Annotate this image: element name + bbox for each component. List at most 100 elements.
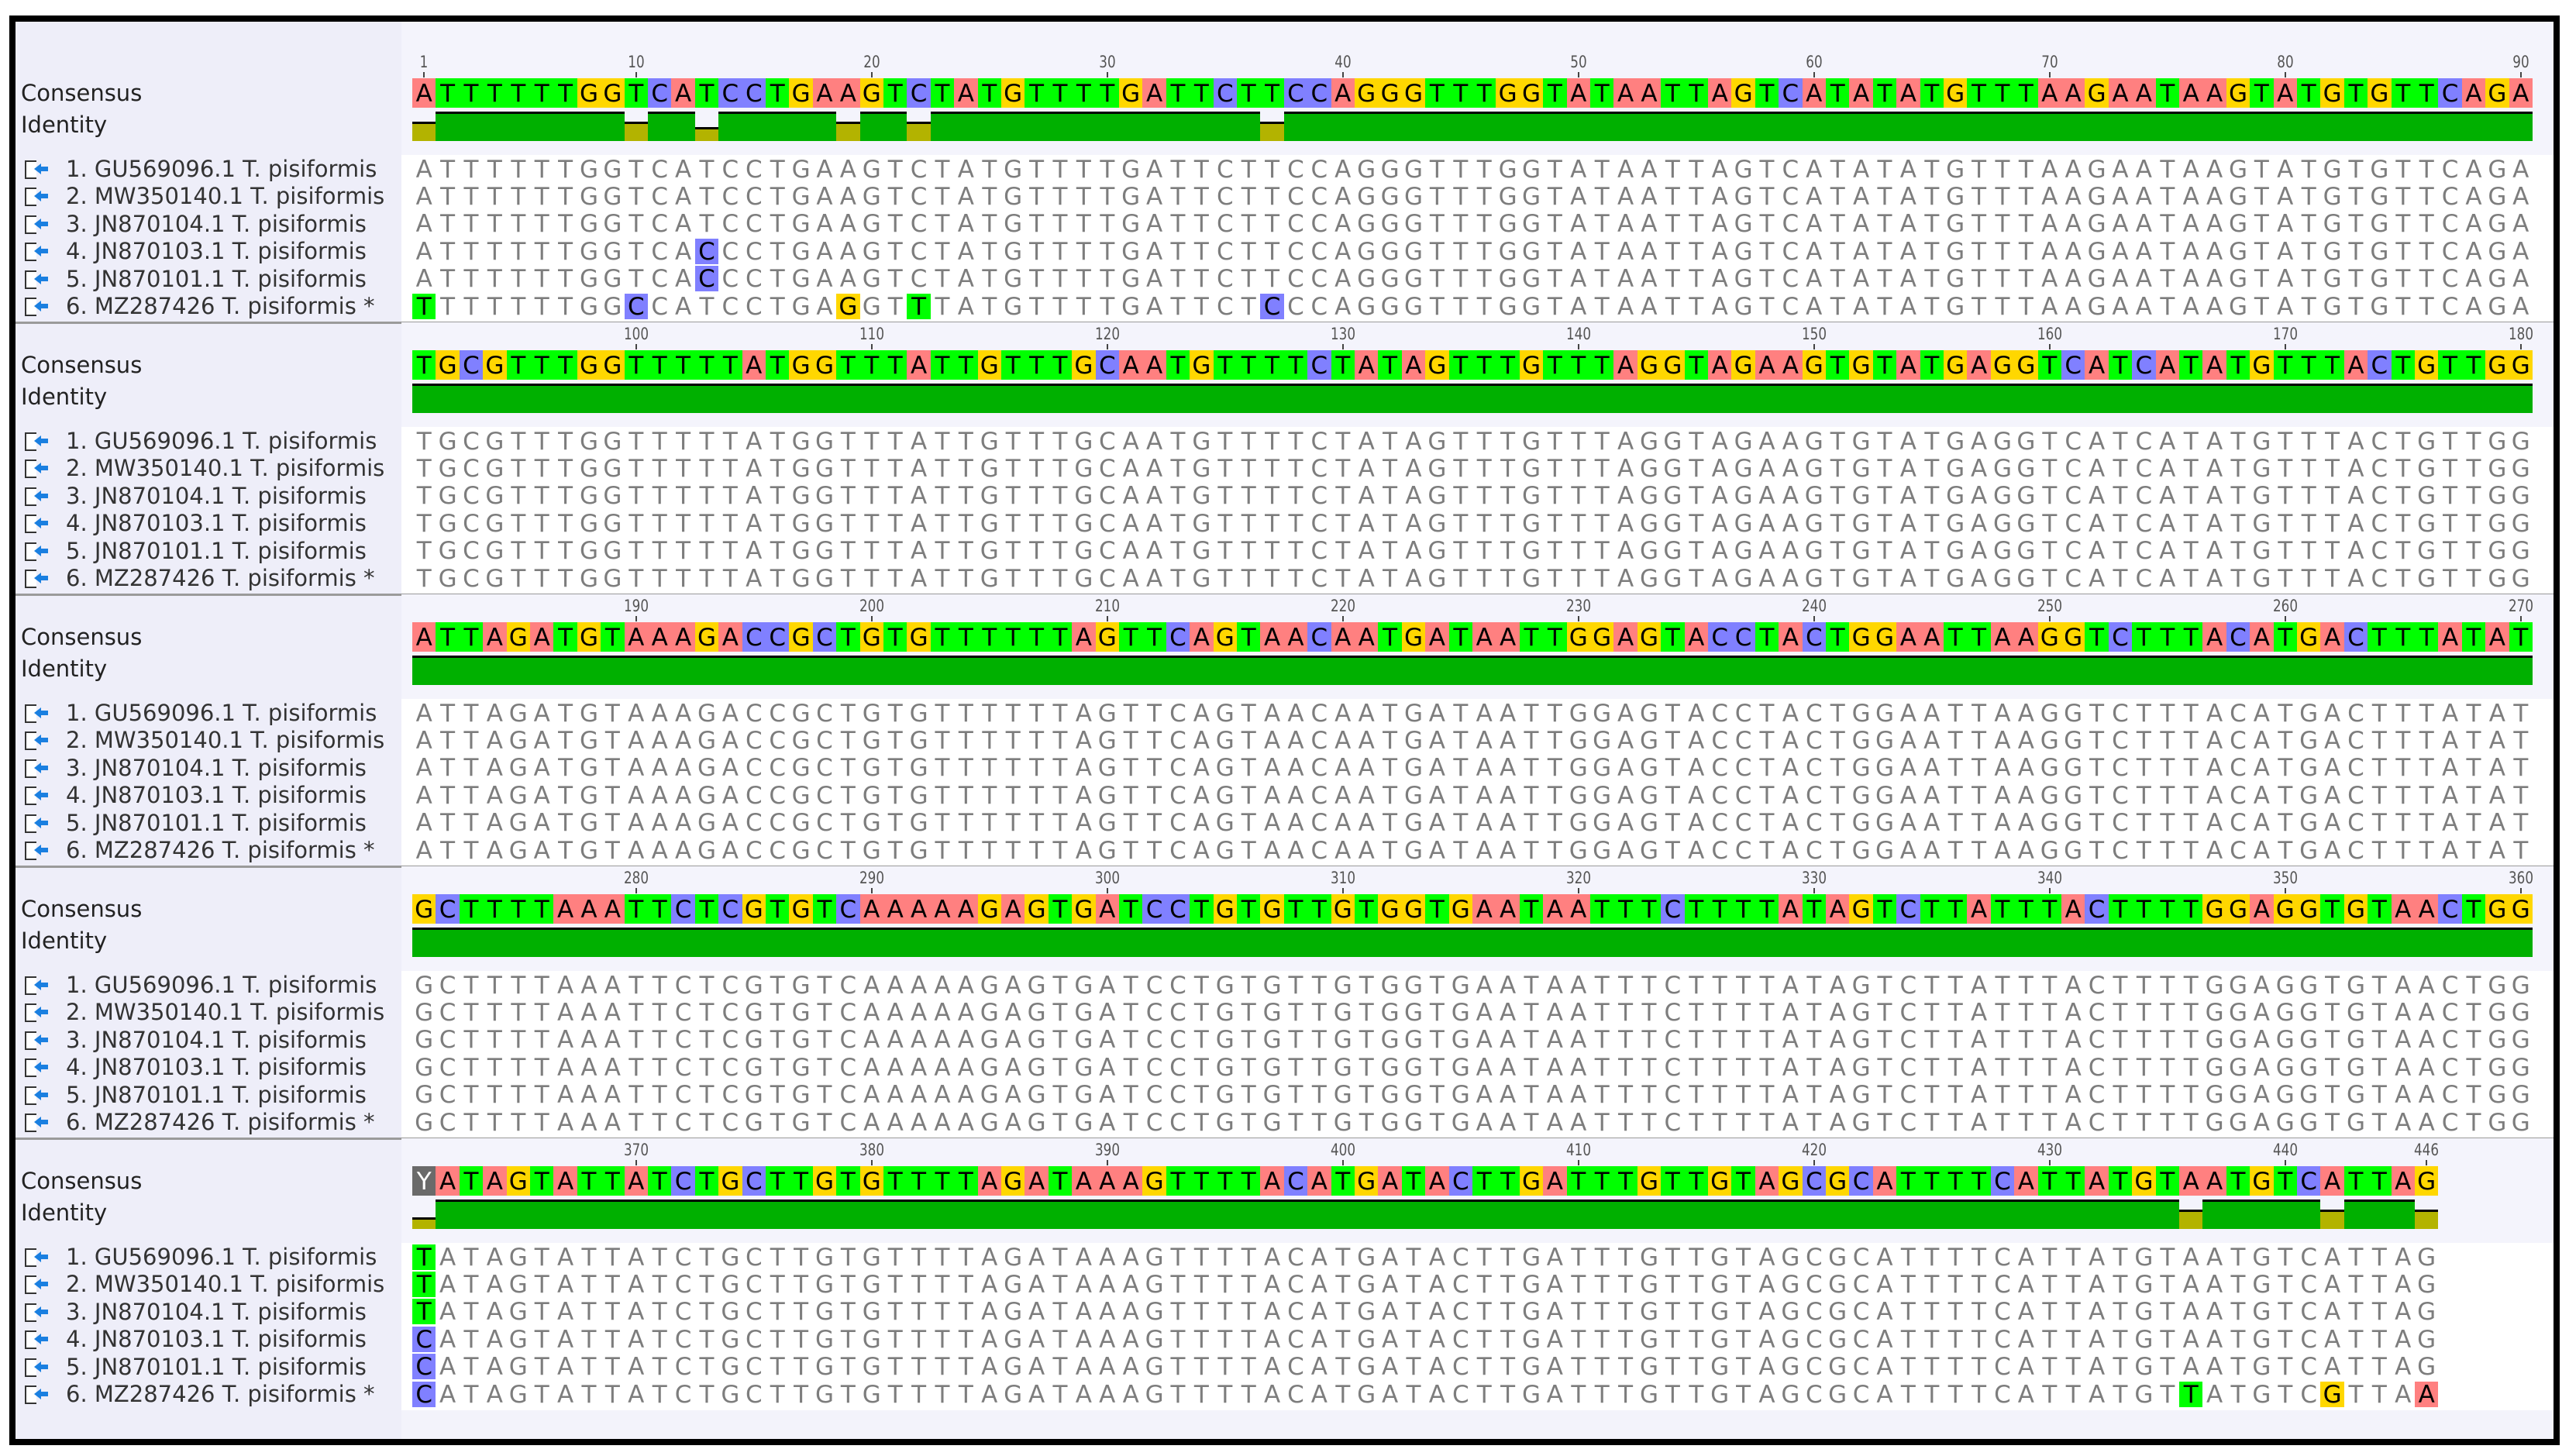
sequence-base: T	[1025, 728, 1048, 753]
sequence-base: T	[1190, 1382, 1213, 1407]
sequence-name[interactable]: 3. JN870104.1 T. pisiformis	[66, 211, 367, 238]
sequence-name[interactable]: 1. GU569096.1 T. pisiformis	[66, 1244, 377, 1271]
sequence-name[interactable]: 5. JN870101.1 T. pisiformis	[66, 1082, 367, 1109]
sequence-base: G	[1378, 211, 1401, 236]
sequence-base: A	[625, 1354, 648, 1379]
ruler-tick-label: 110	[859, 325, 884, 342]
consensus-base: T	[1967, 622, 1991, 652]
sequence-base: T	[2156, 1299, 2179, 1324]
sequence-name[interactable]: 6. MZ287426 T. pisiformis *	[66, 837, 375, 864]
identity-bar-full	[1637, 1200, 1662, 1229]
sequence-base: A	[907, 483, 930, 508]
consensus-base: T	[1661, 78, 1685, 108]
sequence-base: T	[553, 810, 577, 835]
sequence-base: C	[671, 1110, 694, 1135]
sequence-name[interactable]: 1. GU569096.1 T. pisiformis	[66, 156, 377, 183]
sequence-name[interactable]: 2. MW350140.1 T. pisiformis	[66, 183, 384, 210]
sequence-base: T	[931, 538, 954, 563]
sequence-base: T	[1590, 1244, 1613, 1270]
sequence-base: T	[1096, 157, 1119, 182]
sequence-name[interactable]: 2. MW350140.1 T. pisiformis	[66, 999, 384, 1026]
sequence-base: T	[1685, 1055, 1708, 1080]
sequence-base: C	[718, 1027, 742, 1052]
sequence-base: T	[460, 728, 483, 753]
identity-bar-full	[859, 112, 883, 141]
sequence-base: T	[1449, 429, 1472, 454]
sequence-name[interactable]: 4. JN870103.1 T. pisiformis	[66, 1326, 367, 1353]
sequence-base: C	[2344, 838, 2368, 863]
identity-bar-full	[671, 384, 695, 413]
sequence-name[interactable]: 3. JN870104.1 T. pisiformis	[66, 1027, 367, 1054]
sequence-base: T	[836, 429, 859, 454]
sequence-name[interactable]: 6. MZ287426 T. pisiformis *	[66, 293, 375, 320]
sequence-name[interactable]: 2. MW350140.1 T. pisiformis	[66, 1271, 384, 1298]
sequence-base: T	[1001, 728, 1025, 753]
ruler-tick-label: 440	[2273, 1141, 2298, 1158]
sequence-base: A	[907, 1000, 930, 1025]
sequence-base: T	[2509, 755, 2533, 780]
identity-bar-full	[694, 384, 719, 413]
sequence-name[interactable]: 4. JN870103.1 T. pisiformis	[66, 238, 367, 265]
sequence-base: G	[1849, 783, 1872, 808]
sequence-base: A	[2038, 294, 2061, 319]
sequence-base: T	[766, 184, 789, 209]
sequence-base: A	[978, 1327, 1001, 1352]
sequence-base: T	[436, 810, 459, 835]
sequence-name[interactable]: 2. MW350140.1 T. pisiformis	[66, 455, 384, 482]
sequence-name[interactable]: 4. JN870103.1 T. pisiformis	[66, 782, 367, 809]
sequence-name[interactable]: 2. MW350140.1 T. pisiformis	[66, 727, 384, 754]
sequence-base: G	[1849, 511, 1872, 536]
sequence-name[interactable]: 5. JN870101.1 T. pisiformis	[66, 538, 367, 565]
sequence-base: T	[2179, 972, 2202, 998]
sequence-name[interactable]: 6. MZ287426 T. pisiformis *	[66, 1381, 375, 1408]
sequence-base: G	[1637, 456, 1661, 481]
sequence-base: A	[1425, 1327, 1448, 1352]
sequence-name[interactable]: 1. GU569096.1 T. pisiformis	[66, 972, 377, 999]
sequence-base: A	[648, 700, 671, 726]
sequence-name[interactable]: 4. JN870103.1 T. pisiformis	[66, 510, 367, 537]
sequence-base: T	[648, 1055, 671, 1080]
sequence-base: G	[1072, 483, 1095, 508]
sequence-base: A	[1001, 1000, 1025, 1025]
sequence-name[interactable]: 6. MZ287426 T. pisiformis *	[66, 565, 375, 592]
sequence-base: T	[2462, 1055, 2485, 1080]
sequence-base: T	[2109, 1272, 2132, 1297]
sequence-base: T	[1543, 810, 1566, 835]
sequence-base: A	[1331, 810, 1355, 835]
sequence-base: T	[1025, 838, 1048, 863]
sequence-base: T	[1873, 429, 1896, 454]
sequence-name[interactable]: 1. GU569096.1 T. pisiformis	[66, 700, 377, 727]
sequence-name[interactable]: 6. MZ287426 T. pisiformis *	[66, 1109, 375, 1136]
ruler-tick-mark	[2519, 72, 2522, 77]
consensus-base: T	[2368, 894, 2392, 924]
sequence-base: G	[2085, 266, 2108, 291]
sequence-base: A	[1355, 700, 1378, 726]
sequence-name[interactable]: 3. JN870104.1 T. pisiformis	[66, 483, 367, 510]
consensus-base: T	[1920, 78, 1944, 108]
sequence-name[interactable]: 4. JN870103.1 T. pisiformis	[66, 1054, 367, 1081]
sequence-base: A	[1896, 783, 1920, 808]
consensus-base: T	[2391, 78, 2415, 108]
sequence-base: G	[412, 1082, 436, 1107]
sequence-name[interactable]: 5. JN870101.1 T. pisiformis	[66, 1354, 367, 1381]
sequence-base: C	[2226, 810, 2250, 835]
sequence-base: A	[483, 1382, 506, 1407]
sequence-name[interactable]: 3. JN870104.1 T. pisiformis	[66, 755, 367, 782]
identity-bar-full	[2320, 928, 2344, 957]
sequence-base: T	[1637, 1027, 1661, 1052]
sequence-name[interactable]: 3. JN870104.1 T. pisiformis	[66, 1299, 367, 1326]
sequence-base: G	[1849, 483, 1872, 508]
sequence-base: T	[1543, 566, 1566, 591]
sequence-base: A	[1472, 810, 1496, 835]
sequence-base: A	[1331, 211, 1355, 236]
identity-bar-full	[1731, 112, 1755, 141]
sequence-base: T	[954, 1272, 977, 1297]
sequence-name[interactable]: 5. JN870101.1 T. pisiformis	[66, 266, 367, 293]
sequence-base: T	[2320, 1027, 2343, 1052]
sequence-base: T	[2179, 1027, 2202, 1052]
sequence-name[interactable]: 1. GU569096.1 T. pisiformis	[66, 428, 377, 455]
sequence-name[interactable]: 5. JN870101.1 T. pisiformis	[66, 810, 367, 837]
sequence-base: T	[1119, 972, 1142, 998]
sequence-base: T	[1331, 1272, 1355, 1297]
sequence-base: T	[483, 972, 506, 998]
